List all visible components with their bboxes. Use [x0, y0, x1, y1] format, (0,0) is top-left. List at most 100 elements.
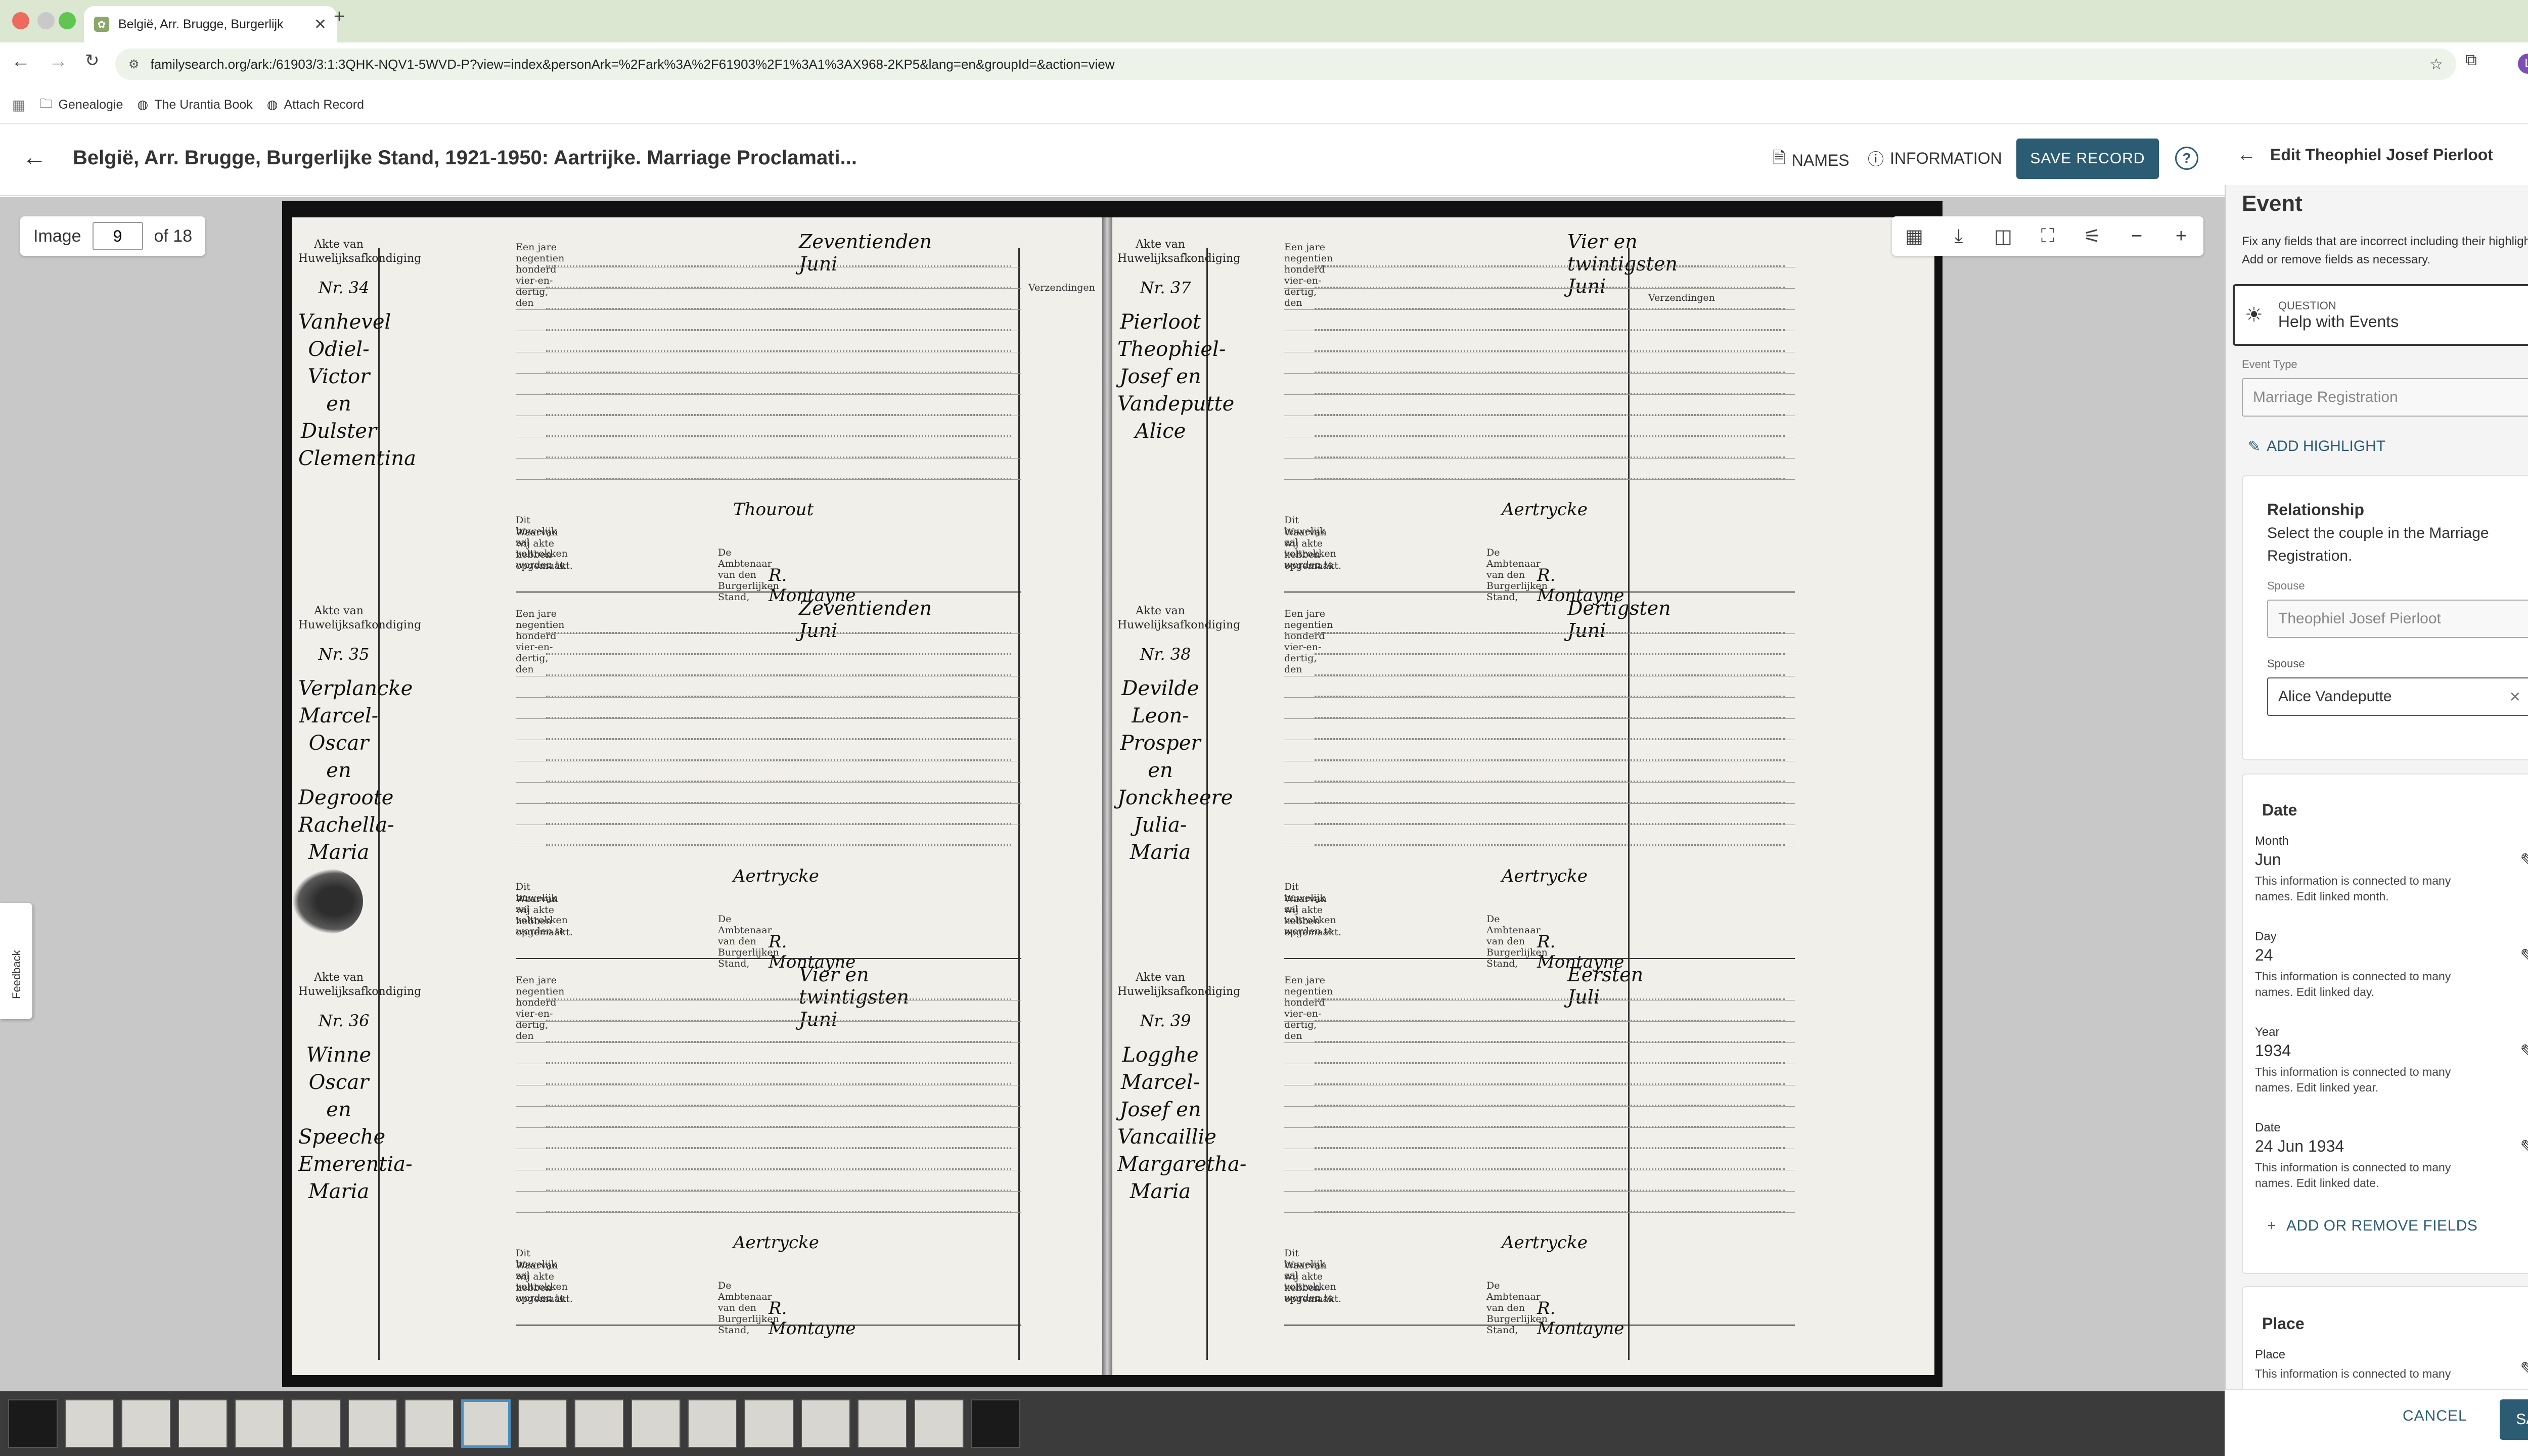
edit-pencil-icon[interactable]: ✎	[2520, 1136, 2528, 1159]
handwriting-line	[546, 1028, 1011, 1042]
handwriting-line	[1315, 619, 1785, 633]
thumbnail-10[interactable]	[518, 1399, 567, 1448]
handwriting-line	[1315, 1092, 1785, 1106]
feedback-tab[interactable]: Feedback	[0, 903, 32, 1019]
browser-tab[interactable]: ✿ België, Arr. Brugge, Burgerlijk ✕	[84, 6, 337, 42]
thumbnail-9[interactable]	[461, 1399, 511, 1448]
date-field-value: 24	[2255, 946, 2273, 964]
thumbnail-1[interactable]	[8, 1399, 58, 1448]
grid-view-icon[interactable]: ▦	[1892, 225, 1936, 248]
entry-number: Nr. 38	[1140, 645, 1191, 664]
entry-number: Nr. 37	[1140, 278, 1191, 297]
date-field-label: Day	[2255, 930, 2277, 943]
help-icon[interactable]: ?	[2175, 147, 2198, 170]
handwriting-line	[546, 1113, 1011, 1127]
thumbnail-2[interactable]	[65, 1399, 114, 1448]
browser-tab-bar	[0, 0, 2528, 42]
site-info-icon[interactable]: ⚙	[128, 57, 140, 72]
close-window-icon[interactable]	[12, 12, 29, 29]
edit-pencil-icon[interactable]: ✎	[2520, 1040, 2528, 1063]
split-view-icon[interactable]: ◫	[1981, 225, 2025, 248]
date-field-row: Month Jun This information is connected to…	[2255, 834, 2528, 904]
handwriting-line	[1315, 274, 1785, 288]
entry-footer-2: Waarvan wij akte hebben opgemaakt.	[516, 1260, 573, 1304]
date-field-value: 1934	[2255, 1041, 2291, 1060]
bookmark-urantia[interactable]: ◍ The Urantia Book	[137, 97, 252, 112]
save-record-button[interactable]: SAVE RECORD	[2016, 139, 2159, 179]
cancel-button[interactable]: CANCEL	[2403, 1407, 2467, 1425]
thumbnail-7[interactable]	[348, 1399, 397, 1448]
zoom-out-icon[interactable]: −	[2114, 225, 2159, 247]
thumbnail-15[interactable]	[801, 1399, 850, 1448]
date-field-row: Date 24 Jun 1934 This information is conne…	[2255, 1121, 2528, 1191]
names-button[interactable]: 🗎 NAMES	[1773, 147, 1849, 174]
forward-icon[interactable]: →	[49, 51, 68, 72]
address-bar[interactable]: ⚙ familysearch.org/ark:/61903/3:1:3QHK-N…	[115, 49, 2456, 80]
thumbnail-18[interactable]	[971, 1399, 1020, 1448]
back-arrow-icon[interactable]: ←	[22, 144, 47, 171]
thumbnail-14[interactable]	[744, 1399, 794, 1448]
thumbnail-12[interactable]	[631, 1399, 681, 1448]
information-button[interactable]: ⓘ INFORMATION	[1868, 147, 2002, 170]
image-number-input[interactable]	[92, 222, 143, 250]
extensions-icon[interactable]: ⧉	[2465, 51, 2477, 70]
maximize-window-icon[interactable]	[59, 12, 76, 29]
clear-icon[interactable]: ✕	[2509, 689, 2521, 705]
handwriting-line	[546, 1007, 1011, 1021]
edit-place-pencil-icon[interactable]: ✎	[2520, 1358, 2528, 1381]
apps-grid-icon[interactable]: ▦	[12, 97, 25, 113]
handwriting-line	[1315, 338, 1785, 352]
akte-header: Akte van Huwelijksafkondiging	[1117, 971, 1241, 998]
question-label: QUESTION	[2278, 299, 2336, 312]
handwriting-line	[546, 338, 1011, 352]
handwriting-line	[1315, 662, 1785, 676]
spouse1-field[interactable]: Theophiel Josef Pierloot	[2267, 600, 2528, 638]
thumbnail-6[interactable]	[291, 1399, 341, 1448]
add-highlight-button[interactable]: ✎ ADD HIGHLIGHT	[2248, 438, 2385, 456]
minimize-window-icon[interactable]	[37, 12, 55, 29]
fullscreen-icon[interactable]: ⛶	[2025, 225, 2070, 247]
thumbnail-13[interactable]	[688, 1399, 737, 1448]
plus-icon: +	[2267, 1217, 2277, 1234]
handwriting-line	[1315, 641, 1785, 655]
thumbnail-16[interactable]	[857, 1399, 907, 1448]
thumbnail-11[interactable]	[574, 1399, 624, 1448]
bookmark-genealogie[interactable]: 🗀 Genealogie	[39, 94, 123, 116]
tab-close-icon[interactable]: ✕	[314, 16, 327, 33]
handwriting-line	[1315, 683, 1785, 697]
edit-pencil-icon[interactable]: ✎	[2520, 849, 2528, 872]
globe-icon: ◍	[137, 98, 149, 112]
handwriting-line	[546, 274, 1011, 288]
panel-back-icon[interactable]: ←	[2237, 144, 2256, 166]
entry-place: Thourout	[733, 499, 814, 520]
handwriting-line	[1315, 380, 1785, 394]
event-type-field[interactable]: Marriage Registration	[2242, 378, 2528, 417]
handwriting-line	[546, 465, 1011, 479]
download-icon[interactable]: ⤓	[1936, 225, 1981, 247]
handwriting-line	[546, 253, 1011, 267]
reload-icon[interactable]: ↻	[85, 51, 100, 71]
bookmark-attach-record[interactable]: ◍ Attach Record	[267, 97, 364, 112]
thumbnail-3[interactable]	[121, 1399, 171, 1448]
add-remove-fields-button[interactable]: + ADD OR REMOVE FIELDS	[2267, 1217, 2477, 1235]
handwriting-line	[1315, 423, 1785, 437]
date-field-row: Year 1934 This information is connected to…	[2255, 1025, 2528, 1096]
adjust-sliders-icon[interactable]: ⚟	[2070, 225, 2114, 248]
thumbnail-5[interactable]	[235, 1399, 284, 1448]
signature: R. Montayne	[1537, 1298, 1624, 1339]
edit-pencil-icon[interactable]: ✎	[2520, 945, 2528, 968]
spouse2-field[interactable]: Alice Vandeputte ✕	[2267, 677, 2528, 716]
question-dropdown[interactable]: ☀ QUESTION Help with Events ⌄	[2233, 284, 2528, 346]
thumbnail-4[interactable]	[178, 1399, 228, 1448]
new-tab-icon[interactable]: +	[334, 6, 345, 28]
thumbnail-8[interactable]	[404, 1399, 454, 1448]
thumbnail-17[interactable]	[914, 1399, 964, 1448]
zoom-in-icon[interactable]: +	[2159, 225, 2203, 247]
spouse2-label: Spouse	[2267, 657, 2305, 670]
bookmark-star-icon[interactable]: ☆	[2429, 56, 2443, 73]
back-icon[interactable]: ←	[11, 51, 30, 72]
entry-names: Logghe Marcel-Josef en Vancaillie Margar…	[1117, 1043, 1247, 1203]
save-button[interactable]: SAVE	[2500, 1399, 2528, 1440]
handwriting-line	[1315, 832, 1785, 846]
date-heading: Date	[2262, 801, 2297, 819]
